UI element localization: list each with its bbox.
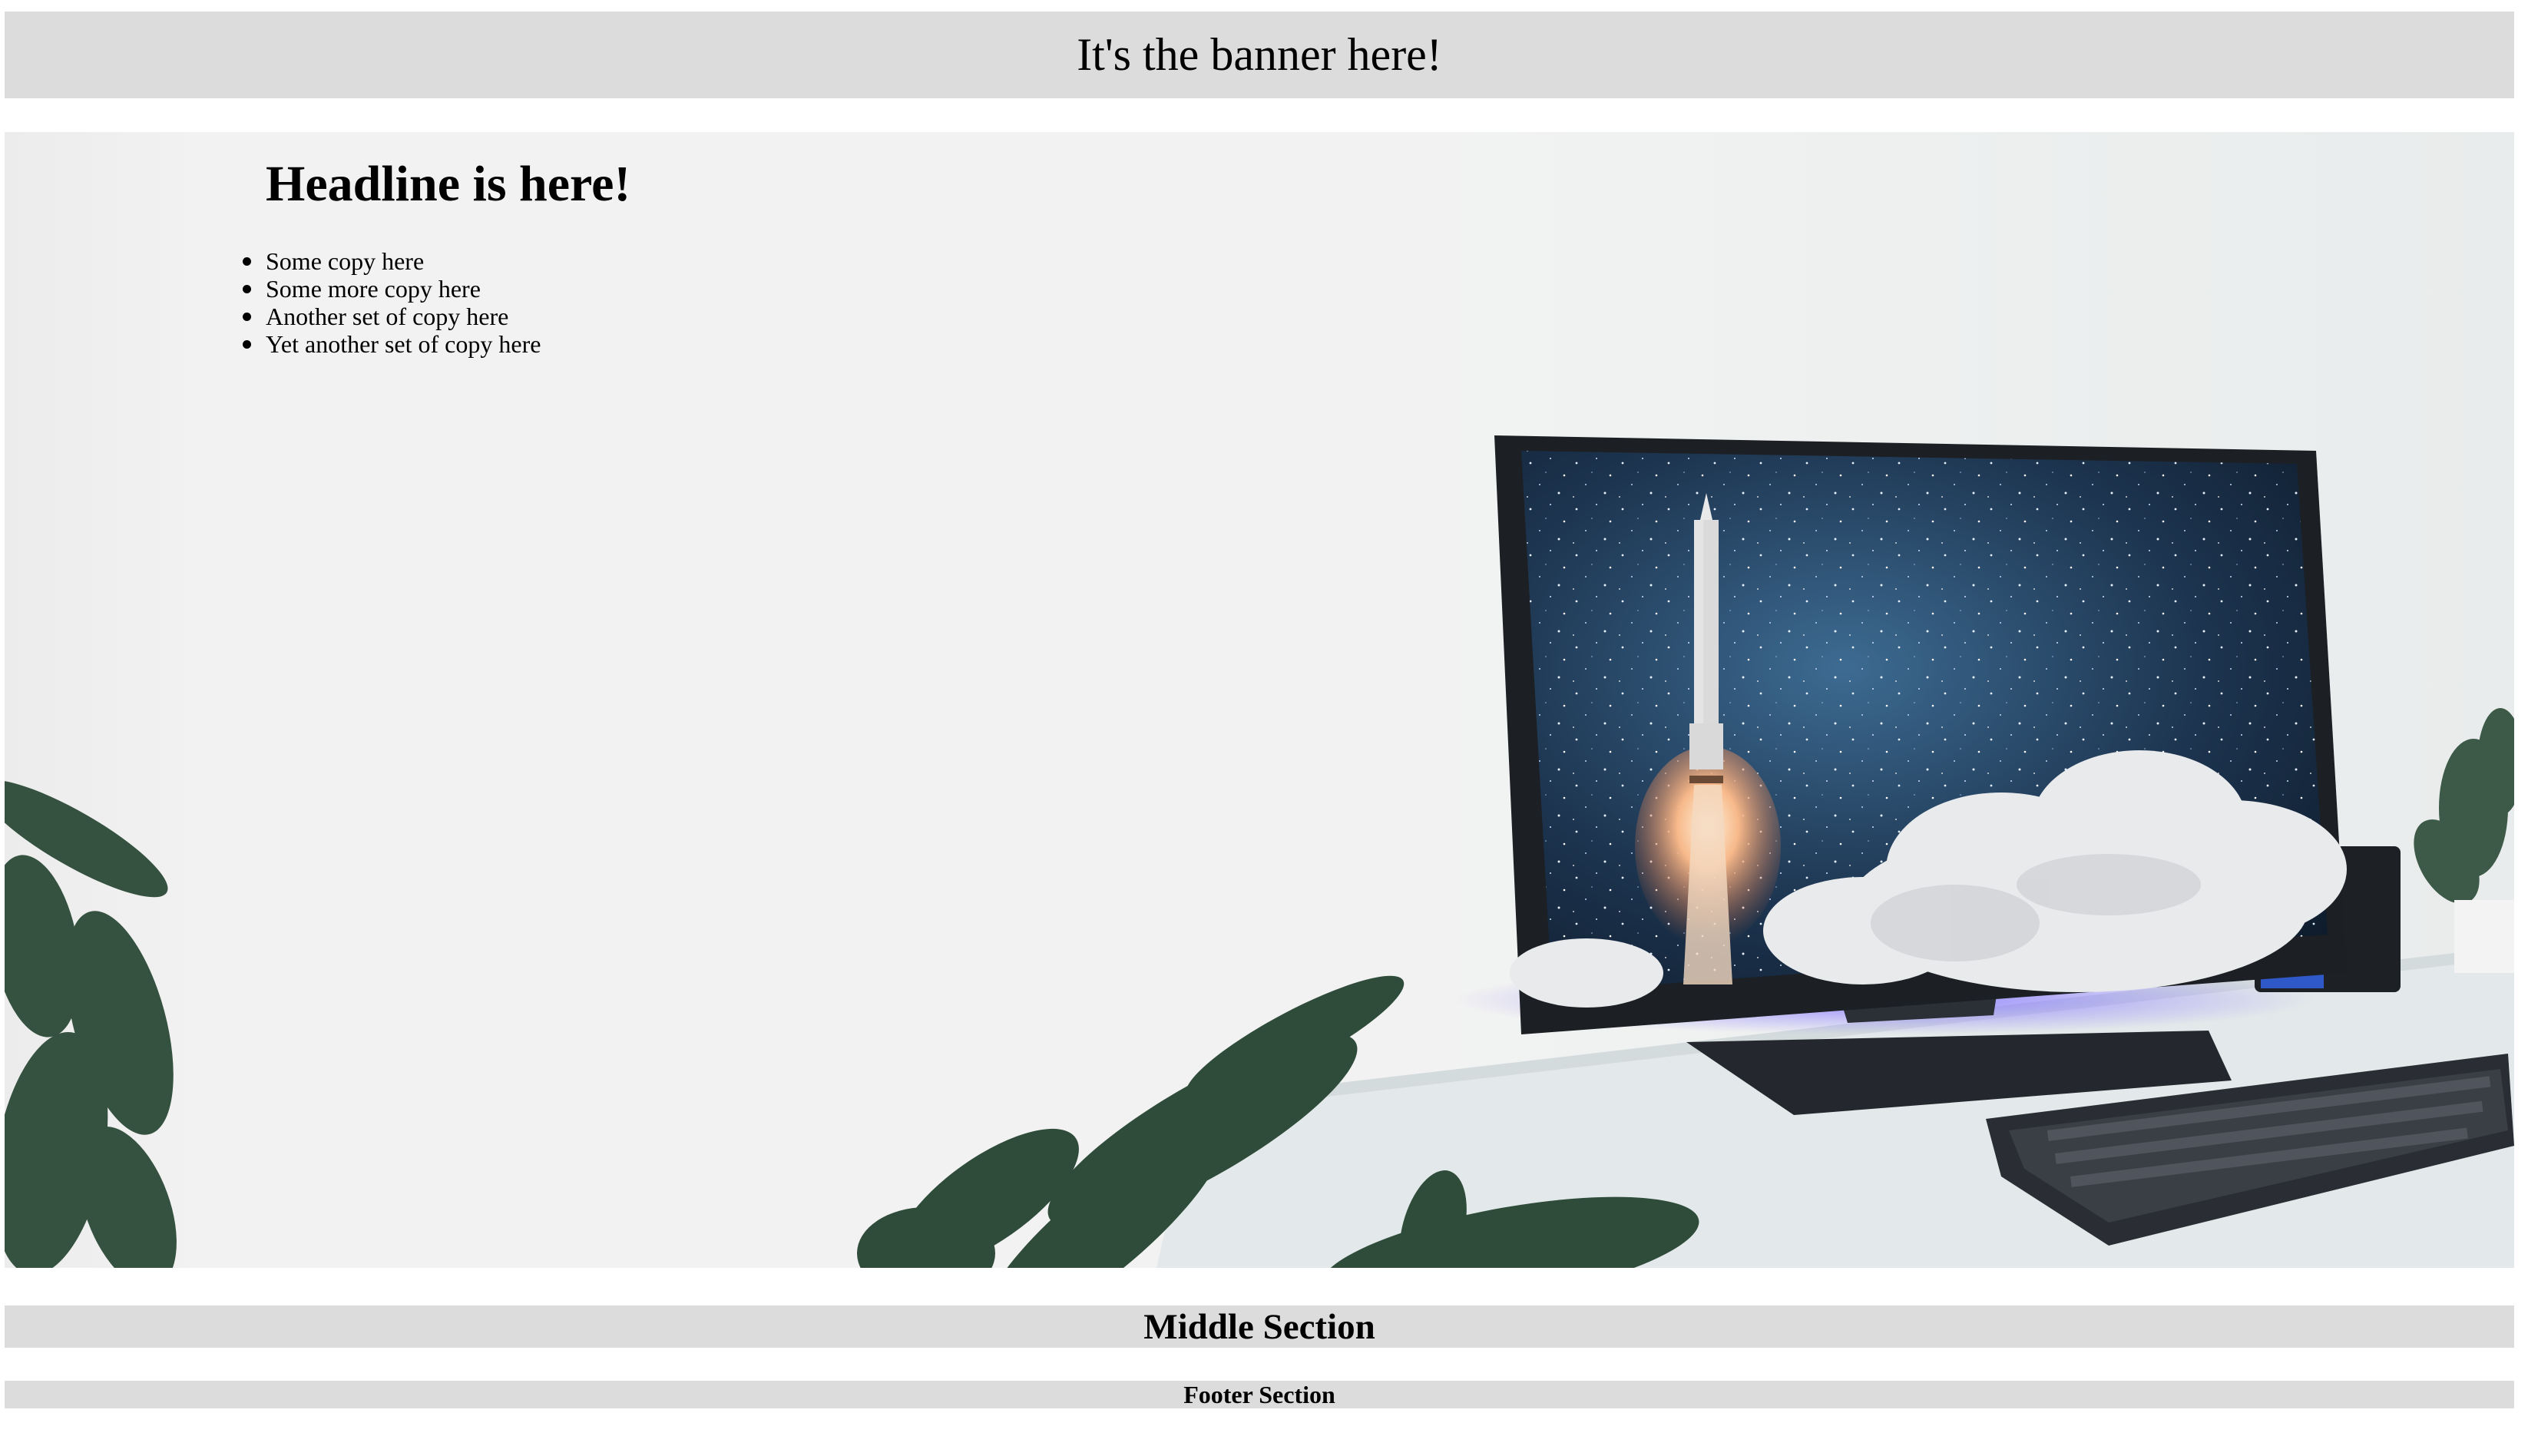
- copy-list: Some copy here Some more copy here Anoth…: [242, 247, 541, 358]
- hero-section: Headline is here! Some copy here Some mo…: [5, 132, 2514, 1268]
- banner: It's the banner here!: [5, 12, 2514, 98]
- list-item: Some more copy here: [242, 275, 541, 303]
- list-item: Another set of copy here: [242, 303, 541, 330]
- list-item: Yet another set of copy here: [242, 330, 541, 358]
- middle-section: Middle Section: [5, 1305, 2514, 1348]
- middle-section-title: Middle Section: [1143, 1306, 1375, 1347]
- footer-section-title: Footer Section: [1183, 1380, 1335, 1408]
- hero-headline: Headline is here!: [266, 156, 631, 212]
- footer-section: Footer Section: [5, 1381, 2514, 1408]
- banner-text: It's the banner here!: [1077, 29, 1442, 80]
- list-item: Some copy here: [242, 247, 541, 275]
